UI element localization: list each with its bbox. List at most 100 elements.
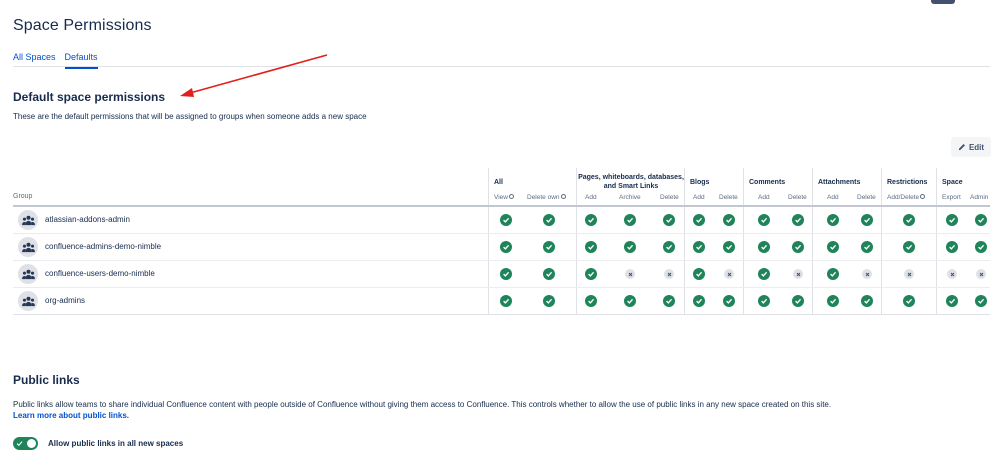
- permission-denied-icon: [976, 269, 986, 279]
- group-column-header: Group: [13, 193, 33, 200]
- col-restrictions-add-delete: Add/Delete: [887, 194, 926, 201]
- permission-granted-icon: [903, 214, 915, 226]
- permission-granted-icon: [827, 268, 839, 280]
- check-icon: [588, 271, 595, 277]
- permission-granted-icon: [946, 295, 958, 307]
- col-pages-archive: Archive: [619, 194, 641, 201]
- group-header-restrictions: Restrictions: [887, 179, 928, 186]
- check-icon: [16, 441, 23, 447]
- permission-granted-icon: [624, 295, 636, 307]
- permission-granted-icon: [624, 241, 636, 253]
- public-links-title: Public links: [13, 373, 80, 387]
- annotation-arrow: [180, 54, 328, 97]
- column-divider: [881, 168, 882, 315]
- permission-granted-icon: [723, 214, 735, 226]
- permission-granted-icon: [693, 295, 705, 307]
- group-header-blogs: Blogs: [690, 179, 710, 186]
- col-blogs-delete: Delete: [719, 194, 738, 201]
- col-attachments-delete: Delete: [857, 194, 876, 201]
- group-header-space: Space: [942, 179, 963, 186]
- pencil-icon: [958, 144, 965, 151]
- col-pages-delete: Delete: [660, 194, 679, 201]
- toggle-knob: [27, 439, 36, 448]
- permission-denied-icon: [947, 269, 957, 279]
- tabs-divider: [13, 66, 990, 67]
- check-icon: [726, 217, 733, 223]
- group-icon: [21, 296, 35, 306]
- page-title: Space Permissions: [13, 17, 152, 34]
- row-divider: [13, 260, 990, 261]
- group-name: org-admins: [45, 296, 86, 305]
- permission-granted-icon: [624, 214, 636, 226]
- permission-granted-icon: [758, 214, 770, 226]
- permission-granted-icon: [946, 214, 958, 226]
- public-links-toggle[interactable]: [13, 437, 38, 450]
- permission-granted-icon: [792, 241, 804, 253]
- check-icon: [978, 217, 985, 223]
- info-icon[interactable]: [920, 194, 926, 200]
- edit-button[interactable]: Edit: [951, 137, 991, 157]
- column-divider: [812, 168, 813, 315]
- permission-granted-icon: [663, 241, 675, 253]
- permission-denied-icon: [862, 269, 872, 279]
- permission-granted-icon: [543, 241, 555, 253]
- group-header-pages: Pages, whiteboards, databases, and Smart…: [578, 174, 684, 190]
- group-header-all: All: [494, 179, 503, 186]
- check-icon: [503, 298, 510, 304]
- check-icon: [761, 217, 768, 223]
- group-icon: [21, 242, 35, 252]
- check-icon: [795, 244, 802, 250]
- permission-granted-icon: [500, 241, 512, 253]
- check-icon: [761, 244, 768, 250]
- public-links-toggle-label: Allow public links in all new spaces: [48, 439, 184, 448]
- info-icon[interactable]: [560, 194, 566, 200]
- permission-granted-icon: [758, 295, 770, 307]
- group-header-attachments: Attachments: [818, 179, 861, 186]
- check-icon: [627, 217, 634, 223]
- group-name: confluence-admins-demo-nimble: [45, 242, 162, 251]
- public-links-description: Public links allow teams to share indivi…: [13, 400, 832, 409]
- row-divider: [13, 233, 990, 234]
- check-icon: [978, 244, 985, 250]
- row-divider: [13, 287, 990, 288]
- permission-granted-icon: [585, 268, 597, 280]
- permission-granted-icon: [723, 295, 735, 307]
- permission-granted-icon: [663, 295, 675, 307]
- cross-icon: [727, 272, 731, 276]
- group-header-comments: Comments: [749, 179, 786, 186]
- info-icon[interactable]: [508, 194, 514, 200]
- learn-more-link[interactable]: Learn more about public links.: [13, 411, 129, 420]
- col-space-export: Export: [942, 194, 961, 201]
- column-divider: [488, 168, 489, 315]
- permission-denied-icon: [904, 269, 914, 279]
- permission-granted-icon: [827, 214, 839, 226]
- column-divider: [576, 168, 577, 315]
- col-comments-delete: Delete: [788, 194, 807, 201]
- check-icon: [830, 244, 837, 250]
- permission-granted-icon: [975, 295, 987, 307]
- permission-denied-icon: [724, 269, 734, 279]
- permission-granted-icon: [543, 214, 555, 226]
- permission-granted-icon: [861, 214, 873, 226]
- permission-granted-icon: [903, 241, 915, 253]
- profile-chip[interactable]: [931, 0, 955, 4]
- header-divider: [13, 205, 990, 207]
- group-name: atlassian-addons-admin: [45, 215, 130, 224]
- col-pages-add: Add: [585, 194, 597, 201]
- col-attachments-add: Add: [827, 194, 839, 201]
- cross-icon: [979, 272, 983, 276]
- check-icon: [949, 217, 956, 223]
- group-name: confluence-users-demo-nimble: [45, 269, 155, 278]
- check-icon: [546, 244, 553, 250]
- col-view: View: [494, 194, 514, 201]
- permission-granted-icon: [693, 268, 705, 280]
- permission-granted-icon: [693, 241, 705, 253]
- permission-granted-icon: [693, 214, 705, 226]
- check-icon: [666, 244, 673, 250]
- permission-granted-icon: [861, 295, 873, 307]
- check-icon: [830, 217, 837, 223]
- check-icon: [503, 271, 510, 277]
- permission-granted-icon: [723, 241, 735, 253]
- permission-granted-icon: [543, 295, 555, 307]
- check-icon: [761, 271, 768, 277]
